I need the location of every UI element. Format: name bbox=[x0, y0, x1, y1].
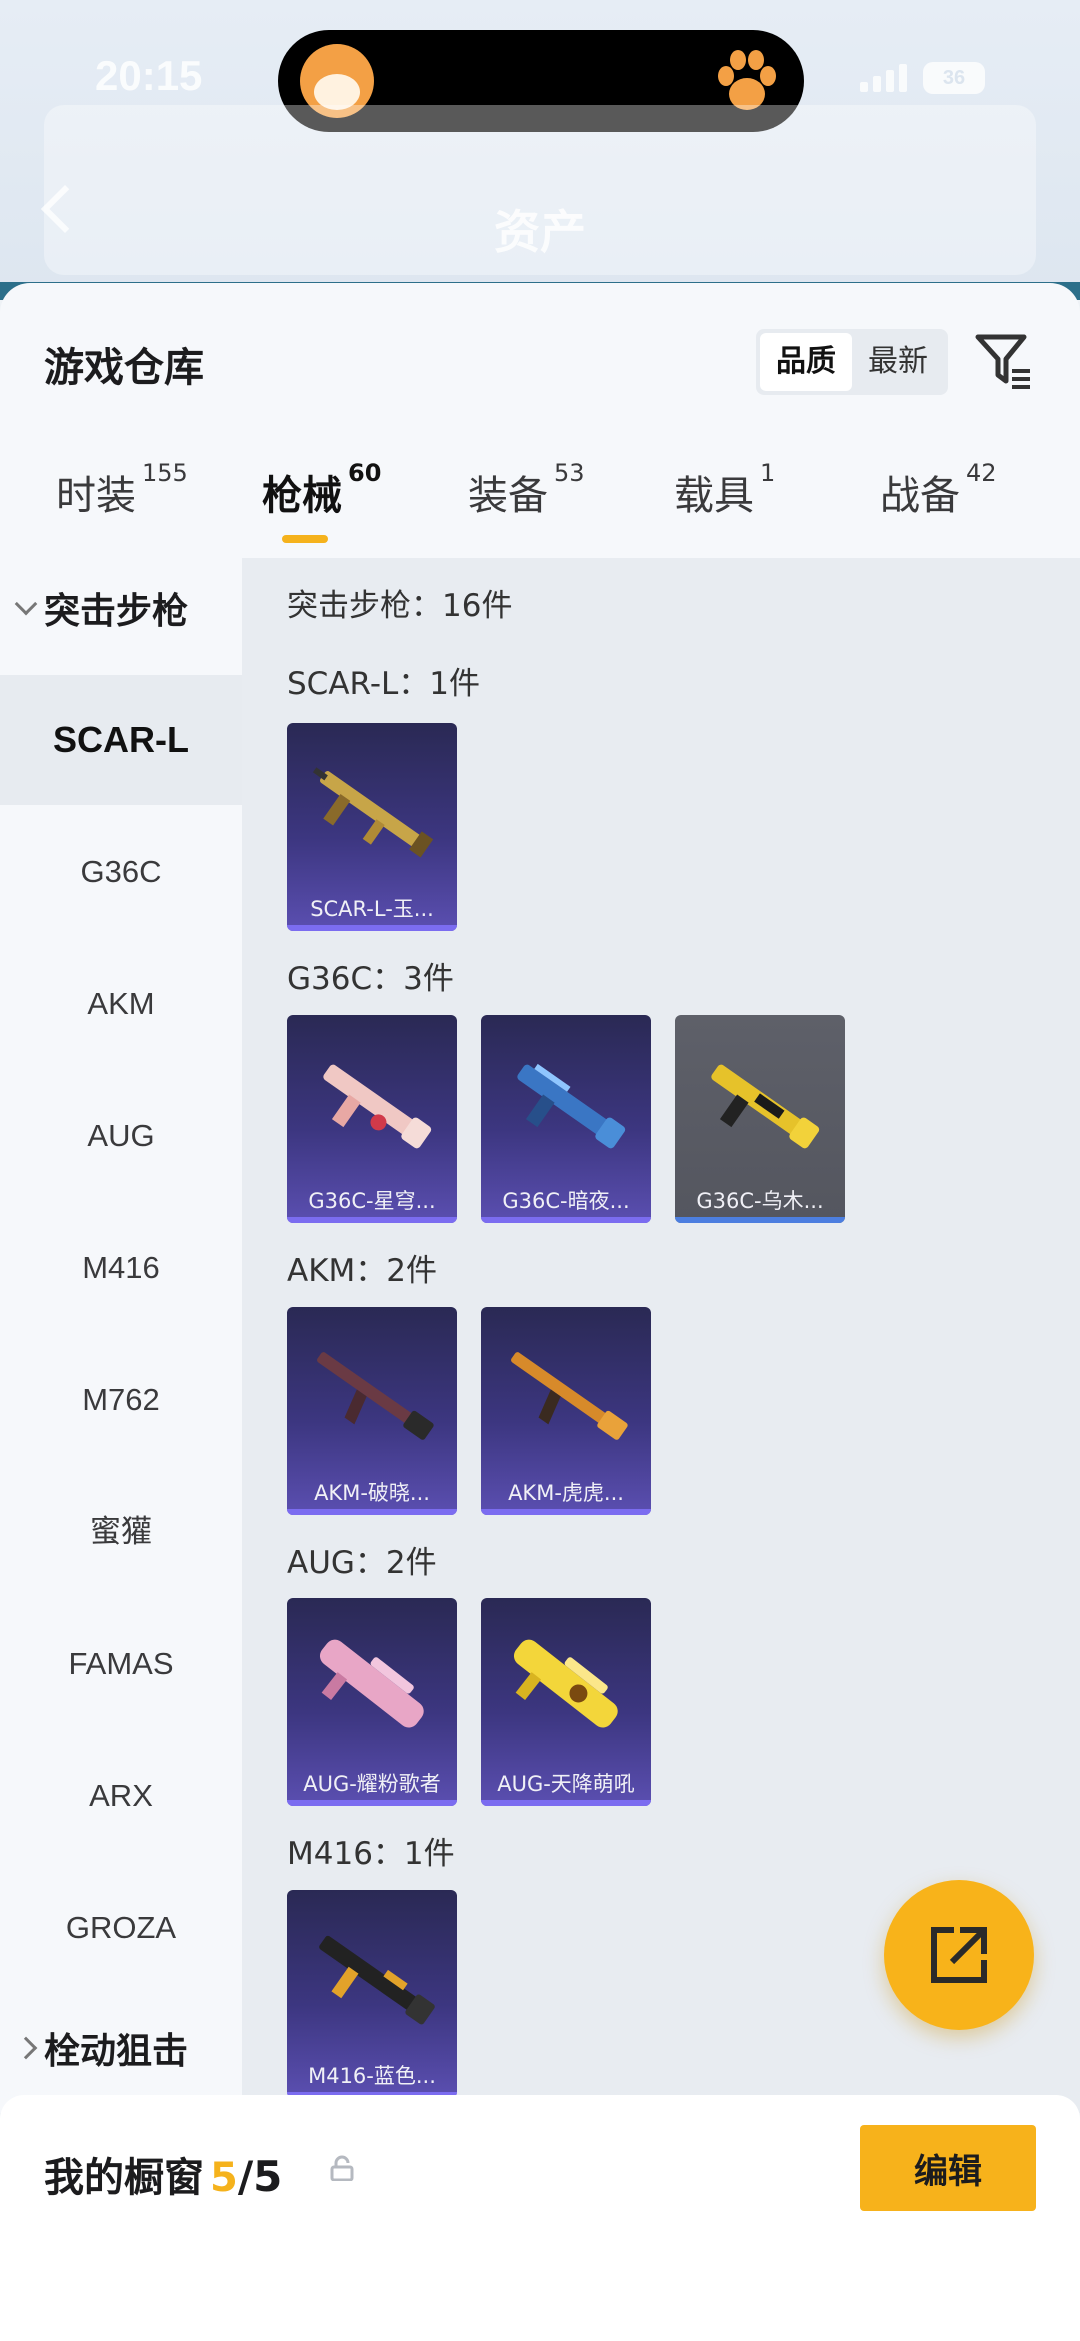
showcase-total: /5 bbox=[237, 2152, 283, 2201]
section-label-akm: AKM：2件 bbox=[287, 1253, 438, 1289]
rifle-icon bbox=[312, 767, 434, 858]
sidebar-item-honey-badger[interactable]: 蜜獾 bbox=[0, 1488, 242, 1576]
tab-supplies[interactable]: 战备 42 bbox=[880, 459, 997, 521]
warehouse-title: 游戏仓库 bbox=[44, 345, 204, 391]
weapon-card[interactable]: AUG-天降萌吼 bbox=[481, 1598, 651, 1806]
section-label-scar-l: SCAR-L：1件 bbox=[287, 666, 480, 702]
showcase-label: 我的橱窗 5/5 bbox=[44, 2152, 283, 2201]
sidebar-item-arx[interactable]: ARX bbox=[0, 1752, 242, 1840]
weapon-card-label: G36C-暗夜... bbox=[502, 1189, 630, 1213]
weapon-card-label: AKM-虎虎... bbox=[508, 1481, 624, 1505]
weapon-card-label: AKM-破晓... bbox=[314, 1481, 430, 1505]
weapon-card[interactable]: SCAR-L-玉... bbox=[287, 723, 457, 931]
section-label-aug: AUG：2件 bbox=[287, 1545, 437, 1581]
status-indicators: 36 bbox=[860, 62, 985, 94]
weapon-card-label: M416-蓝色... bbox=[308, 2064, 436, 2088]
category-summary: 突击步枪：16件 bbox=[287, 588, 513, 624]
sidebar-item-groza[interactable]: GROZA bbox=[0, 1884, 242, 1972]
sidebar-item-aug[interactable]: AUG bbox=[0, 1092, 242, 1180]
signal-icon bbox=[860, 64, 907, 92]
filter-icon[interactable] bbox=[974, 331, 1034, 391]
sort-option-newest[interactable]: 最新 bbox=[852, 333, 944, 391]
weapon-card[interactable]: G36C-暗夜... bbox=[481, 1015, 651, 1223]
weapon-card-label: AUG-耀粉歌者 bbox=[303, 1772, 441, 1796]
rifle-icon bbox=[517, 1063, 626, 1149]
page-title: 资产 bbox=[494, 205, 586, 259]
showcase-bar: 我的橱窗 5/5 编辑 bbox=[0, 2095, 1080, 2341]
weapon-card-label: SCAR-L-玉... bbox=[310, 897, 434, 921]
rifle-icon bbox=[711, 1064, 820, 1149]
weapon-card[interactable]: AUG-耀粉歌者 bbox=[287, 1598, 457, 1806]
weapon-card-label: G36C-乌木... bbox=[696, 1189, 824, 1213]
sidebar-item-famas[interactable]: FAMAS bbox=[0, 1620, 242, 1708]
chevron-right-icon bbox=[14, 2036, 38, 2060]
sort-option-quality[interactable]: 品质 bbox=[760, 333, 852, 391]
lock-icon bbox=[330, 2155, 354, 2181]
rifle-icon bbox=[323, 1064, 432, 1149]
showcase-current: 5 bbox=[210, 2155, 238, 2201]
sidebar-item-akm[interactable]: AKM bbox=[0, 960, 242, 1048]
section-label-g36c: G36C：3件 bbox=[287, 961, 454, 997]
weapon-card[interactable]: G36C-星穹... bbox=[287, 1015, 457, 1223]
sidebar-group-bolt-action[interactable]: 栓动狙击 bbox=[14, 2018, 188, 2078]
tab-firearms[interactable]: 枪械 60 bbox=[262, 459, 381, 521]
category-tabs: 时装 155 枪械 60 装备 53 载具 1 战备 42 bbox=[0, 459, 1080, 573]
rifle-icon bbox=[513, 1639, 618, 1728]
share-button[interactable] bbox=[884, 1880, 1034, 2030]
weapon-card-label: AUG-天降萌吼 bbox=[497, 1772, 635, 1796]
tab-equipment[interactable]: 装备 53 bbox=[468, 459, 585, 521]
share-icon bbox=[931, 1927, 987, 1983]
sidebar-item-m762[interactable]: M762 bbox=[0, 1356, 242, 1444]
rifle-icon bbox=[319, 1639, 424, 1728]
sidebar-item-g36c[interactable]: G36C bbox=[0, 828, 242, 916]
section-label-m416: M416：1件 bbox=[287, 1836, 455, 1872]
sidebar-group-assault-rifles[interactable]: 突击步枪 bbox=[14, 578, 188, 638]
tab-vehicles[interactable]: 载具 1 bbox=[674, 459, 775, 521]
active-tab-indicator bbox=[282, 535, 328, 543]
weapon-card-label: G36C-星穹... bbox=[308, 1189, 436, 1213]
tab-fashion[interactable]: 时装 155 bbox=[56, 459, 188, 521]
weapon-sidebar: 突击步枪 SCAR-L G36C AKM AUG M416 M762 蜜獾 FA… bbox=[0, 558, 242, 2113]
rifle-icon bbox=[511, 1352, 628, 1440]
weapon-card[interactable]: M416-蓝色... bbox=[287, 1890, 457, 2098]
weapon-card[interactable]: AKM-虎虎... bbox=[481, 1307, 651, 1515]
sort-toggle[interactable]: 品质 最新 bbox=[756, 329, 948, 395]
chevron-down-icon bbox=[14, 592, 38, 616]
edit-button[interactable]: 编辑 bbox=[860, 2125, 1036, 2211]
weapon-card[interactable]: AKM-破晓... bbox=[287, 1307, 457, 1515]
rifle-icon bbox=[317, 1352, 434, 1440]
status-time: 20:15 bbox=[95, 52, 203, 99]
rifle-icon bbox=[319, 1935, 435, 2025]
battery-icon: 36 bbox=[923, 62, 985, 94]
sidebar-item-m416[interactable]: M416 bbox=[0, 1224, 242, 1312]
warehouse-sheet: 游戏仓库 品质 最新 时装 155 枪械 60 装备 53 载具 1 战备 42 突击步枪… bbox=[0, 283, 1080, 2113]
weapon-card[interactable]: G36C-乌木... bbox=[675, 1015, 845, 1223]
sidebar-item-scar-l[interactable]: SCAR-L bbox=[0, 675, 242, 805]
